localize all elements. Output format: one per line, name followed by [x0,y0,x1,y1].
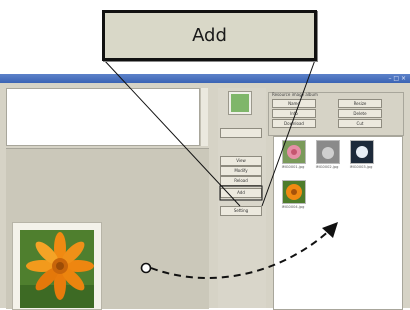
callout-pointer-right [261,59,316,207]
callout-pointer-left [103,59,241,207]
drag-arrow-path [150,229,331,279]
add-callout-label: Add [192,25,227,46]
add-button-highlight [219,185,263,201]
drag-origin-circle [140,262,152,274]
